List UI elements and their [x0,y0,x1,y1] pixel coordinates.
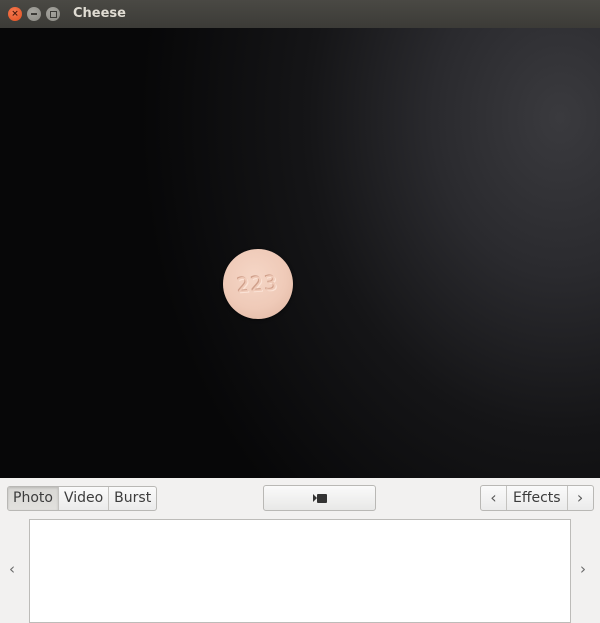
effects-next-button[interactable]: › [566,486,593,510]
minimize-window-button[interactable] [27,7,41,21]
thumbnail-view[interactable] [29,519,571,623]
take-photo-button[interactable] [263,485,376,511]
pill-imprint: 223 [236,270,280,298]
mode-video-button[interactable]: Video [59,487,110,510]
effects-button[interactable]: Effects [507,486,567,510]
mode-switcher: Photo Video Burst [7,486,158,511]
close-icon: × [11,8,19,19]
effects-prev-button[interactable]: ‹ [481,486,507,510]
window-title: Cheese [73,6,126,21]
effects-control: ‹ Effects › [480,485,594,511]
bottom-toolbar: Photo Video Burst ‹ Effects › [0,478,600,520]
video-record-icon [312,493,327,503]
title-bar: × Cheese [0,0,600,28]
thumbnail-strip: ‹ › [0,518,600,623]
mode-burst-button[interactable]: Burst [109,487,156,510]
camera-preview: 223 [0,28,600,478]
maximize-window-button[interactable] [46,7,60,21]
pill-object: 223 [223,249,293,319]
close-window-button[interactable]: × [8,7,22,21]
thumbnails-scroll-right-icon[interactable]: › [580,560,586,578]
thumbnails-scroll-left-icon[interactable]: ‹ [9,560,15,578]
mode-photo-button[interactable]: Photo [8,487,59,510]
